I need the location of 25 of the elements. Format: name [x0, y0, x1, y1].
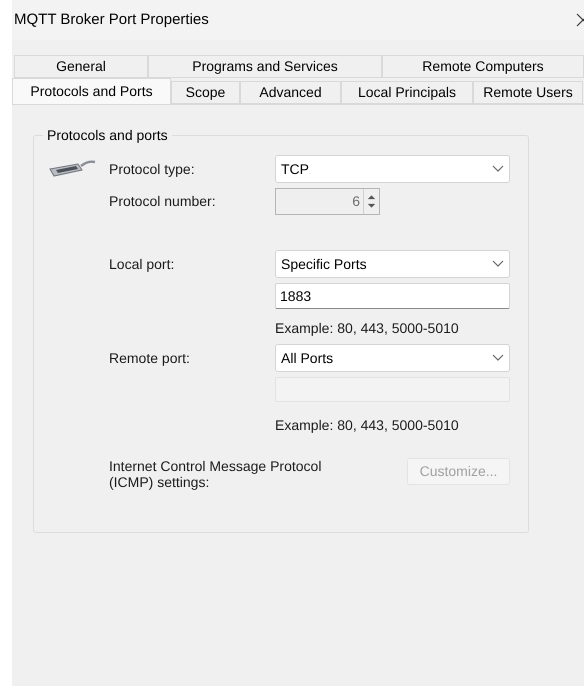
- tab[interactable]: Local Principals: [341, 81, 473, 104]
- tab[interactable]: Scope: [171, 81, 240, 104]
- icmp-label: Internet Control Message Protocol (ICMP) settings:: [109, 458, 322, 490]
- example-hint: Example: 80, 443, 5000-5010: [275, 319, 460, 338]
- window-title: MQTT Broker Port Properties: [14, 10, 209, 30]
- field-label: Protocol number:: [109, 192, 217, 211]
- tab[interactable]: Remote Computers: [382, 55, 584, 78]
- chevron-down-icon: [492, 165, 504, 173]
- dropdown[interactable]: TCP: [275, 155, 510, 183]
- dropdown[interactable]: All Ports: [275, 344, 510, 372]
- tab[interactable]: Protocols and Ports: [12, 78, 171, 104]
- close-icon[interactable]: [576, 13, 584, 27]
- chevron-down-icon: [492, 260, 504, 268]
- tab[interactable]: Advanced: [240, 81, 341, 104]
- field-label: Protocol type:: [109, 160, 196, 179]
- field-label: Remote port:: [109, 348, 191, 368]
- dropdown[interactable]: Specific Ports: [275, 250, 510, 278]
- tab[interactable]: General: [14, 55, 148, 78]
- field-label: Local port:: [109, 254, 176, 274]
- example-hint: Example: 80, 443, 5000-5010: [275, 416, 460, 435]
- tab[interactable]: Programs and Services: [148, 55, 382, 78]
- chevron-down-icon: [492, 354, 504, 362]
- port-input[interactable]: 1883: [275, 283, 510, 309]
- group-title: Protocols and ports: [46, 126, 169, 145]
- tab[interactable]: Remote Users: [473, 81, 583, 104]
